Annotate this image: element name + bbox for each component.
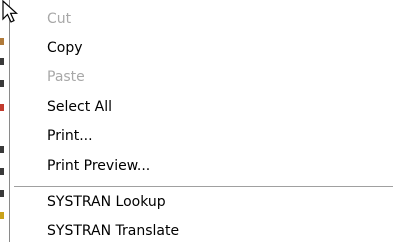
- page-fragment: [0, 212, 4, 219]
- page-fragment: [0, 190, 4, 197]
- page-fragment: [0, 38, 4, 45]
- menu-item-paste[interactable]: Paste: [10, 66, 393, 89]
- screen: Cut Copy Paste Select All Print... Print…: [0, 0, 393, 242]
- page-fragment: [0, 104, 4, 111]
- menu-item-copy[interactable]: Copy: [10, 37, 393, 60]
- page-fragment: [0, 168, 4, 175]
- page-fragment: [0, 80, 4, 87]
- page-fragment: [0, 58, 4, 65]
- menu-item-print[interactable]: Print...: [10, 125, 393, 148]
- page-fragment: [0, 146, 4, 153]
- menu-separator: [14, 186, 393, 188]
- menu-item-print-preview[interactable]: Print Preview...: [10, 155, 393, 178]
- menu-item-systran-translate[interactable]: SYSTRAN Translate: [10, 220, 393, 242]
- context-menu: Cut Copy Paste Select All Print... Print…: [9, 0, 393, 242]
- arrow-cursor-icon: [2, 0, 19, 23]
- menu-item-select-all[interactable]: Select All: [10, 96, 393, 119]
- menu-item-cut[interactable]: Cut: [10, 8, 393, 31]
- underlying-page-edge: [0, 0, 9, 242]
- menu-item-systran-lookup[interactable]: SYSTRAN Lookup: [10, 191, 393, 214]
